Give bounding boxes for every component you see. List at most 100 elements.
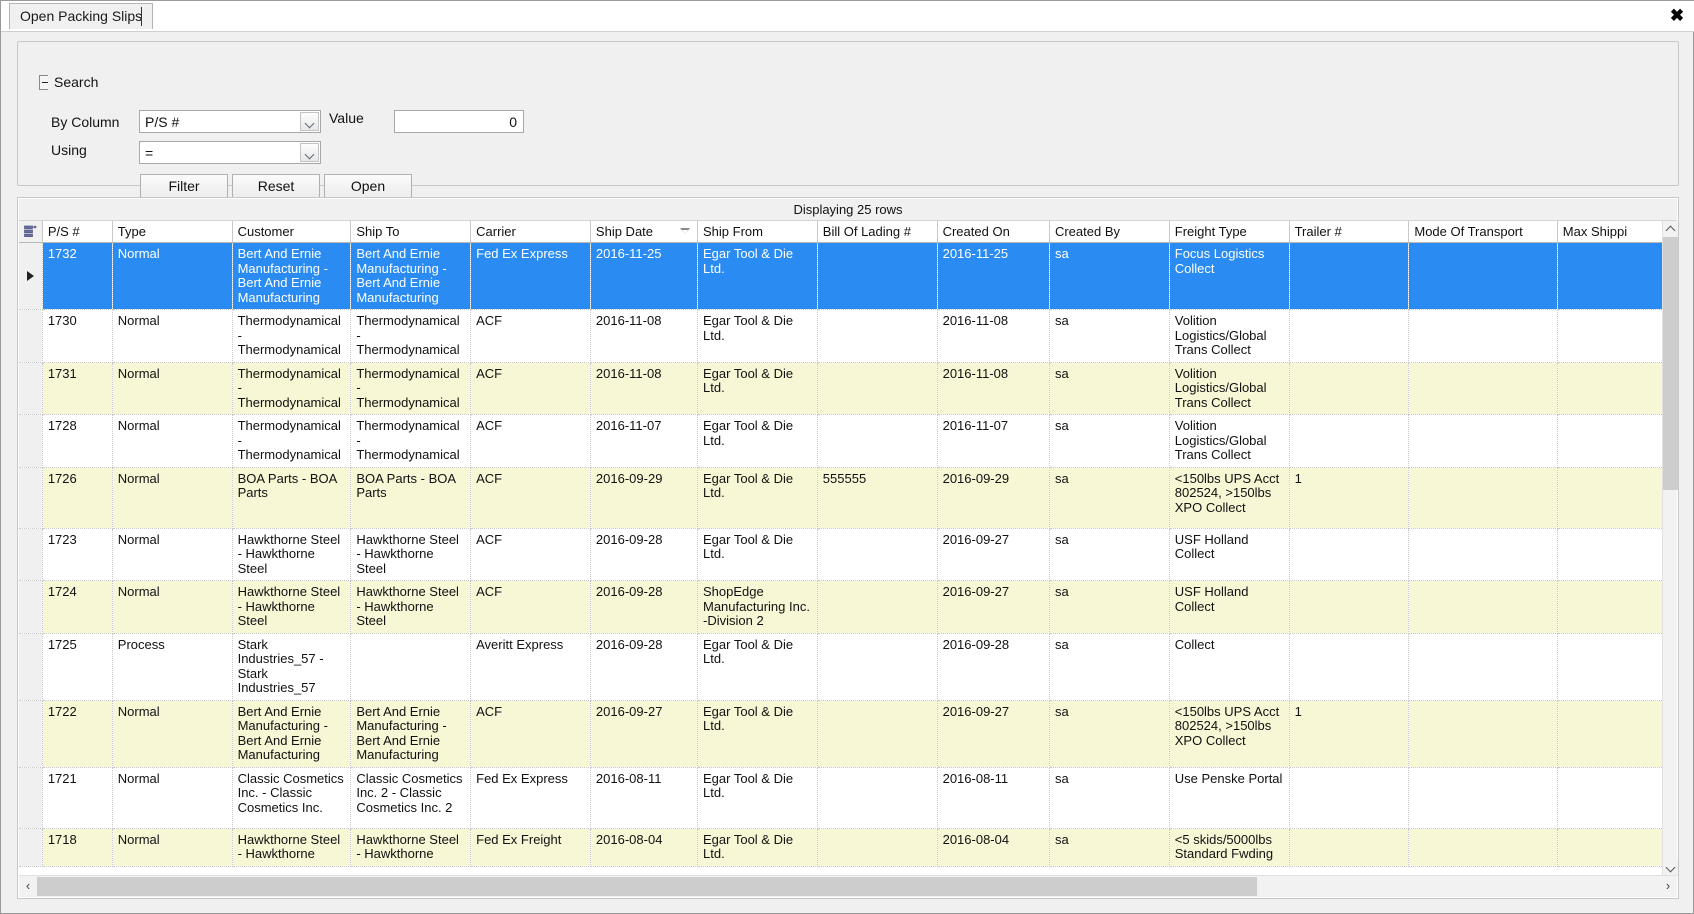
cell-mode[interactable] [1408,362,1558,415]
table-row[interactable]: 1723 Normal Hawkthorne Steel - Hawkthorne … [19,528,1665,581]
cell-createdon[interactable]: 2016-08-04 [937,828,1050,867]
cell-carrier[interactable]: Fed Ex Freight [470,828,591,867]
scroll-up-icon[interactable] [1663,221,1678,237]
row-selector-cell[interactable] [19,633,43,701]
cell-type[interactable]: Process [112,633,233,701]
cell-createdon[interactable]: 2016-11-08 [937,362,1050,415]
cell-freight[interactable]: Volition Logistics/Global Trans Collect [1169,309,1290,363]
cell-mode[interactable] [1408,414,1558,468]
cell-ps[interactable]: 1728 [42,414,113,468]
scroll-right-icon[interactable]: › [1659,876,1677,897]
cell-trailer[interactable] [1289,528,1410,581]
column-header-trailer[interactable]: Trailer # [1289,221,1410,243]
cell-maxship[interactable] [1557,362,1665,415]
cell-ps[interactable]: 1731 [42,362,113,415]
cell-maxship[interactable] [1557,528,1665,581]
open-button[interactable]: Open [324,174,412,199]
cell-bol[interactable] [817,362,938,415]
cell-shipfrom[interactable]: ShopEdge Manufacturing Inc. -Division 2 [697,580,818,634]
cell-maxship[interactable] [1557,767,1665,829]
row-selector-cell[interactable] [19,767,43,829]
cell-mode[interactable] [1408,580,1558,634]
cell-type[interactable]: Normal [112,414,233,468]
cell-shipto[interactable]: Bert And Ernie Manufacturing - Bert And … [350,242,472,310]
cell-carrier[interactable]: Fed Ex Express [470,767,591,829]
cell-ps[interactable]: 1725 [42,633,113,701]
cell-shipfrom[interactable]: Egar Tool & Die Ltd. [697,700,818,768]
cell-ps[interactable]: 1721 [42,767,113,829]
cell-createdby[interactable]: sa [1049,309,1170,363]
cell-ps[interactable]: 1730 [42,309,113,363]
cell-type[interactable]: Normal [112,767,233,829]
row-selector-cell[interactable] [19,700,43,768]
cell-ps[interactable]: 1732 [42,242,113,310]
cell-shipdate[interactable]: 2016-09-28 [590,633,699,701]
cell-bol[interactable] [817,828,938,867]
cell-shipdate[interactable]: 2016-11-08 [590,309,699,363]
cell-maxship[interactable] [1557,580,1665,634]
column-header-shipfrom[interactable]: Ship From [697,221,818,243]
cell-shipfrom[interactable]: Egar Tool & Die Ltd. [697,242,818,310]
cell-carrier[interactable]: ACF [470,362,591,415]
row-selector-cell[interactable] [19,580,43,634]
cell-carrier[interactable]: ACF [470,467,591,529]
cell-trailer[interactable] [1289,828,1410,867]
cell-createdon[interactable]: 2016-09-27 [937,700,1050,768]
chevron-down-icon[interactable] [300,112,319,131]
cell-createdon[interactable]: 2016-08-11 [937,767,1050,829]
cell-shipdate[interactable]: 2016-11-07 [590,414,699,468]
cell-createdby[interactable]: sa [1049,528,1170,581]
cell-shipdate[interactable]: 2016-09-28 [590,528,699,581]
using-operator-select[interactable]: = [139,141,321,164]
cell-createdby[interactable]: sa [1049,242,1170,310]
table-row[interactable]: 1731 Normal Thermodynamical - Thermodynami… [19,362,1665,415]
cell-trailer[interactable] [1289,767,1410,829]
cell-ps[interactable]: 1726 [42,467,113,529]
cell-customer[interactable]: Stark Industries_57 - Stark Industries_5… [232,633,352,701]
cell-type[interactable]: Normal [112,700,233,768]
table-row[interactable]: 1726 Normal BOA Parts - BOA Parts BOA Parts… [19,467,1665,529]
value-input[interactable] [394,110,524,133]
cell-bol[interactable] [817,309,938,363]
cell-shipto[interactable] [350,633,472,701]
cell-mode[interactable] [1408,700,1558,768]
cell-customer[interactable]: Hawkthorne Steel - Hawkthorne Steel [232,580,352,634]
cell-bol[interactable] [817,580,938,634]
cell-createdby[interactable]: sa [1049,467,1170,529]
cell-carrier[interactable]: ACF [470,414,591,468]
cell-freight[interactable]: Volition Logistics/Global Trans Collect [1169,414,1290,468]
cell-shipfrom[interactable]: Egar Tool & Die Ltd. [697,309,818,363]
cell-mode[interactable] [1408,767,1558,829]
cell-maxship[interactable] [1557,242,1665,310]
cell-shipdate[interactable]: 2016-08-04 [590,828,699,867]
cell-createdon[interactable]: 2016-09-28 [937,633,1050,701]
column-header-shipto[interactable]: Ship To [350,221,472,243]
table-row[interactable]: 1718 Normal Hawkthorne Steel - Hawkthorne H… [19,828,1665,867]
row-selector-cell[interactable] [19,242,43,310]
vertical-scrollbar[interactable] [1662,221,1678,876]
cell-bol[interactable] [817,414,938,468]
cell-trailer[interactable]: 1 [1289,467,1410,529]
table-row[interactable]: 1725 Process Stark Industries_57 - Stark I… [19,633,1665,701]
cell-freight[interactable]: Collect [1169,633,1290,701]
cell-trailer[interactable] [1289,309,1410,363]
cell-shipdate[interactable]: 2016-09-28 [590,580,699,634]
cell-customer[interactable]: Bert And Ernie Manufacturing - Bert And … [232,700,352,768]
cell-shipdate[interactable]: 2016-09-27 [590,700,699,768]
cell-freight[interactable]: <150lbs UPS Acct 802524, >150lbs XPO Col… [1169,467,1290,529]
horizontal-scrollbar[interactable]: ‹ › [19,875,1677,897]
column-header-createdby[interactable]: Created By [1049,221,1170,243]
cell-createdby[interactable]: sa [1049,700,1170,768]
column-header-mode[interactable]: Mode Of Transport [1408,221,1558,243]
cell-type[interactable]: Normal [112,528,233,581]
filter-button[interactable]: Filter [140,174,228,199]
cell-mode[interactable] [1408,309,1558,363]
cell-shipto[interactable]: Classic Cosmetics Inc. 2 - Classic Cosme… [350,767,472,829]
cell-type[interactable]: Normal [112,828,233,867]
cell-freight[interactable]: <5 skids/5000lbs Standard Fwding [1169,828,1290,867]
table-row[interactable]: 1721 Normal Classic Cosmetics Inc. - Class… [19,767,1665,829]
cell-mode[interactable] [1408,467,1558,529]
cell-mode[interactable] [1408,242,1558,310]
cell-ps[interactable]: 1718 [42,828,113,867]
row-selector-cell[interactable] [19,309,43,363]
